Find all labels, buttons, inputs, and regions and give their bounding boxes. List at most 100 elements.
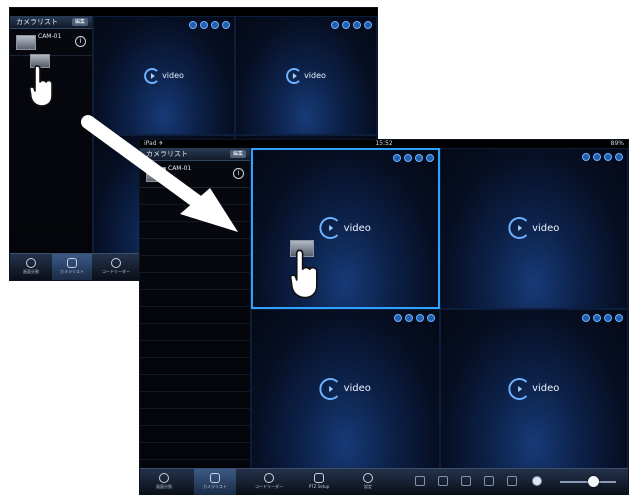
list-item [140,222,250,239]
camera-list-sidebar: カメラリスト 編集 CAM-01 i [10,16,93,254]
video-pane-selected[interactable]: video [251,148,440,309]
info-icon[interactable] [404,313,413,322]
info-icon[interactable]: i [75,36,86,47]
hand-pointer-icon [29,65,53,107]
record-icon[interactable] [414,154,423,162]
video-pane[interactable]: video [439,148,628,309]
info-icon[interactable] [403,154,412,162]
tab-label: カメラリスト [203,484,227,489]
camera-list-icon [210,473,220,483]
pane-controls [582,313,623,322]
info-icon[interactable] [342,21,350,29]
pane-controls [393,313,435,322]
video-logo-icon [319,377,342,400]
tab-settings[interactable]: 設定 [350,469,386,495]
video-logo-icon [319,217,342,240]
ptz-icon [314,473,324,483]
video-logo-text: video [343,383,371,395]
tab-ptz-setup[interactable]: PTZ Setup [300,469,338,495]
tab-camera-list[interactable]: カメラリスト [194,469,236,495]
snapshot-icon[interactable] [532,476,542,486]
record-icon[interactable] [415,313,424,322]
hand-pointer-icon [289,249,318,299]
image-icon[interactable] [507,476,517,486]
record-icon[interactable] [604,313,612,322]
edit-icon[interactable] [582,313,590,322]
search-icon [264,473,274,483]
list-item [140,239,250,256]
camera-list-icon [67,258,77,268]
tab-code-reader[interactable]: コードリーダー [248,469,290,495]
list-item [140,273,250,290]
camera-thumbnail [16,35,36,50]
tab-code-reader[interactable]: コードリーダー [96,254,136,280]
tab-label: 画面分割 [23,269,39,274]
edit-button[interactable]: 編集 [229,150,246,158]
tab-label: コードリーダー [255,484,283,489]
volume-slider-knob[interactable] [588,476,599,487]
video-logo: video [319,217,371,240]
info-icon[interactable] [593,313,601,322]
pane-controls [189,21,230,29]
split-screen-icon [26,258,36,268]
video-logo-text: video [304,71,326,80]
camera-list-header: カメラリスト 編集 [140,148,250,161]
record-icon[interactable] [604,153,612,161]
screenshot-after: iPad ✈ 15:52 89% カメラリスト 編集 CAM-01 i vide… [140,140,628,495]
edit-icon[interactable] [392,154,401,162]
fullscreen-icon[interactable] [426,313,435,322]
fullscreen-icon[interactable] [425,154,434,162]
status-device: iPad ✈ [144,140,164,147]
pane-controls [392,154,434,162]
camera-name: CAM-01 [38,33,62,40]
pane-controls [331,21,372,29]
list-item [140,375,250,392]
video-logo-text: video [532,222,560,234]
fullscreen-icon[interactable] [222,21,230,29]
video-logo-icon [144,67,161,84]
edit-button[interactable]: 編集 [71,18,88,26]
grid-icon[interactable] [461,476,471,486]
list-item [140,358,250,375]
video-pane[interactable]: video [439,308,628,469]
camera-list-item[interactable]: CAM-01 i [10,29,92,56]
clipboard-icon[interactable] [438,476,448,486]
layout-icon[interactable] [484,476,494,486]
camera-list-header: カメラリスト 編集 [10,16,92,29]
video-pane[interactable]: video [235,16,377,135]
record-icon[interactable] [211,21,219,29]
video-grid: video video video video [251,148,628,469]
info-icon[interactable]: i [233,168,244,179]
code-reader-icon [111,258,121,268]
video-pane[interactable]: video [251,308,440,469]
tab-label: カメラリスト [60,269,84,274]
fullscreen-icon[interactable] [364,21,372,29]
tab-label: PTZ Setup [308,484,330,489]
video-pane[interactable]: video [93,16,235,135]
edit-icon[interactable] [331,21,339,29]
info-icon[interactable] [200,21,208,29]
video-logo-icon [508,377,531,400]
camera-name: CAM-01 [168,165,192,172]
tab-bar: 画面分割 カメラリスト コードリーダー PTZ Setup 設定 [140,468,628,495]
fullscreen-icon[interactable] [615,153,623,161]
tab-split-screen[interactable]: 画面分割 [146,469,182,495]
list-item [140,205,250,222]
record-icon[interactable] [353,21,361,29]
list-item [140,256,250,273]
edit-icon[interactable] [582,153,590,161]
list-item [140,392,250,409]
edit-icon[interactable] [189,21,197,29]
video-logo-icon [508,217,531,240]
bookmark-icon[interactable] [415,476,425,486]
camera-list-item[interactable]: CAM-01 i [140,161,250,188]
info-icon[interactable] [593,153,601,161]
pane-controls [582,153,623,161]
edit-icon[interactable] [393,313,402,322]
video-logo: video [286,67,326,84]
tab-camera-list[interactable]: カメラリスト [52,254,92,280]
tab-split-screen[interactable]: 画面分割 [16,254,46,280]
video-logo-text: video [532,383,560,395]
list-item [140,188,250,205]
fullscreen-icon[interactable] [615,313,623,322]
